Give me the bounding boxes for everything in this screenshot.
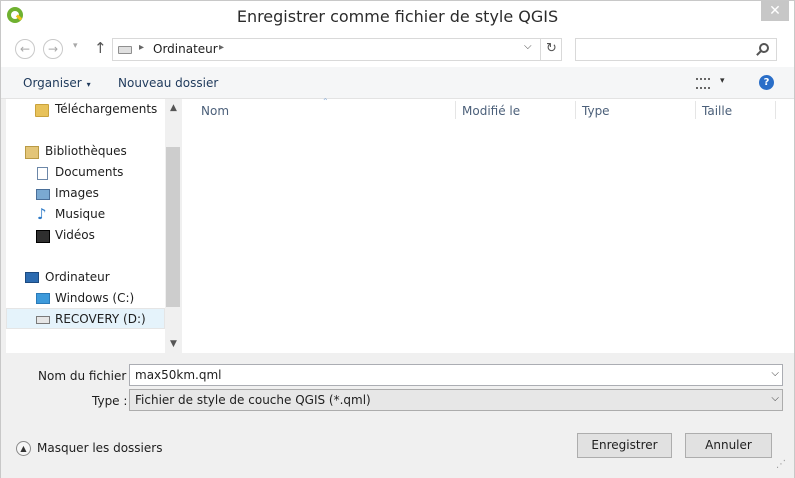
save-button[interactable]: Enregistrer [577,433,672,458]
title-bar: Enregistrer comme fichier de style QGIS … [1,1,794,31]
document-icon [37,167,48,180]
sidebar-item-label: Téléchargements [55,102,158,116]
column-header-modifie[interactable]: Modifié le [462,104,520,118]
file-type-select[interactable]: Fichier de style de couche QGIS (*.qml) … [129,389,783,411]
column-divider[interactable] [775,101,776,119]
sidebar-item-label: Images [55,186,99,200]
recent-locations-button[interactable]: ▾ [73,41,78,51]
sidebar-item-label: Vidéos [55,228,95,242]
video-icon [36,230,50,243]
windows-drive-icon [36,293,50,304]
drive-icon [118,46,132,54]
search-icon[interactable] [759,43,769,53]
computer-icon [25,272,39,283]
chevron-down-icon: ⌵ [771,393,779,404]
downloads-folder-icon [35,104,49,117]
chevron-down-icon[interactable]: ⌵ [771,368,779,379]
sort-indicator-icon: ⌃ [322,97,329,106]
organize-label: Organiser [23,76,82,90]
resize-grip-icon[interactable]: ⋰ [776,459,788,471]
image-icon [36,189,50,200]
organize-button[interactable]: Organiser ▾ [23,76,91,90]
command-bar: Organiser ▾ Nouveau dossier ▾ ? [1,67,794,99]
breadcrumb-separator[interactable]: ▸ [219,42,224,53]
cancel-button[interactable]: Annuler [685,433,772,458]
navigation-bar: ← → ▾ ↑ ▸ Ordinateur ▸ ⌵ ↻ [1,31,794,67]
column-divider[interactable] [695,101,696,119]
save-dialog: Enregistrer comme fichier de style QGIS … [0,0,795,478]
sidebar-item-label: Documents [55,165,124,179]
drive-icon [36,316,50,324]
file-type-value: Fichier de style de couche QGIS (*.qml) [135,393,371,407]
music-icon: ♪ [37,205,47,223]
back-button[interactable]: ← [15,39,35,59]
sidebar-item-label: Musique [55,207,106,221]
search-input[interactable] [575,38,777,61]
filename-field[interactable]: max50km.qml ⌵ [129,364,783,386]
help-icon[interactable]: ? [759,75,774,90]
save-form: Nom du fichier : max50km.qml ⌵ Type : Fi… [1,353,794,478]
refresh-button[interactable]: ↻ [540,39,562,60]
window-title: Enregistrer comme fichier de style QGIS [236,7,559,26]
sidebar-item-label: RECOVERY (D:) [55,312,146,326]
sidebar-item-label: Bibliothèques [45,144,127,158]
file-list: ⌃ Nom Modifié le Type Taille [182,97,794,353]
column-divider[interactable] [575,101,576,119]
column-divider[interactable] [455,101,456,119]
library-icon [25,146,39,159]
breadcrumb-ordinateur[interactable]: Ordinateur [153,42,218,56]
collapse-icon: ▲ [16,441,31,456]
chevron-down-icon: ▾ [86,80,91,89]
new-folder-button[interactable]: Nouveau dossier [118,76,218,90]
type-label: Type : [92,394,128,408]
forward-button[interactable]: → [43,39,63,59]
column-header-type[interactable]: Type [582,104,610,118]
navigation-scrollbar[interactable]: ▲ ▼ [165,99,182,353]
up-button[interactable]: ↑ [94,39,107,57]
column-header-nom[interactable]: Nom [201,104,229,118]
breadcrumb-separator[interactable]: ▸ [139,42,144,53]
view-dropdown-icon[interactable]: ▾ [720,76,725,86]
navigation-pane: Téléchargements Bibliothèques Documents … [6,99,165,353]
hide-folders-label: Masquer les dossiers [37,441,163,455]
view-options-icon[interactable] [696,78,710,89]
filename-label: Nom du fichier : [38,369,135,383]
address-bar[interactable]: ▸ Ordinateur ▸ ⌵ ↻ [112,38,562,61]
close-button[interactable]: ✕ [761,1,789,21]
scroll-up-arrow[interactable]: ▲ [165,103,182,113]
sidebar-item-label: Ordinateur [45,270,110,284]
filename-value: max50km.qml [135,368,222,382]
scroll-down-arrow[interactable]: ▼ [165,339,182,349]
sidebar-item-label: Windows (C:) [55,291,135,305]
column-header-taille[interactable]: Taille [702,104,732,118]
address-history-dropdown[interactable]: ⌵ [524,41,532,52]
scroll-thumb[interactable] [166,147,180,307]
